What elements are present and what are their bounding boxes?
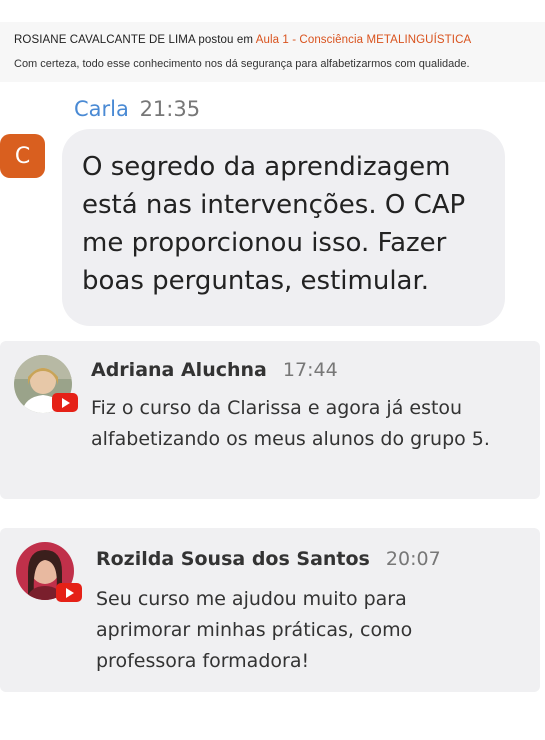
comment-text: Seu curso me ajudou muito para aprimorar… (96, 588, 413, 672)
youtube-icon (56, 583, 82, 602)
carla-avatar: C (0, 134, 45, 178)
post-text: Com certeza, todo esse conhecimento nos … (14, 58, 470, 70)
comment-header: Adriana Aluchna 17:44 (91, 359, 338, 381)
post-banner: ROSIANE CAVALCANTE DE LIMA postou em Aul… (0, 22, 545, 82)
comment-header: Rozilda Sousa dos Santos 20:07 (96, 548, 441, 570)
comment-time: 20:07 (385, 548, 441, 570)
post-verb: postou em (198, 34, 254, 46)
comment-author[interactable]: Rozilda Sousa dos Santos (96, 548, 370, 570)
carla-name: Carla (74, 97, 129, 121)
comment-time: 17:44 (282, 359, 338, 381)
youtube-icon (52, 393, 78, 412)
comment-card: Rozilda Sousa dos Santos 20:07 Seu curso… (0, 528, 540, 692)
comment-text: Fiz o curso da Clarissa e agora já estou… (91, 397, 490, 450)
carla-message-bubble: O segredo da aprendizagem está nas inter… (62, 129, 505, 326)
post-author[interactable]: ROSIANE CAVALCANTE DE LIMA (14, 34, 195, 46)
post-header: ROSIANE CAVALCANTE DE LIMA postou em Aul… (14, 34, 545, 46)
comment-author[interactable]: Adriana Aluchna (91, 359, 267, 381)
carla-message-text: O segredo da aprendizagem está nas inter… (82, 152, 466, 296)
carla-message-header: Carla 21:35 (74, 97, 200, 121)
post-course-link[interactable]: Aula 1 - Consciência METALINGUÍSTICA (256, 34, 472, 46)
comment-card: Adriana Aluchna 17:44 Fiz o curso da Cla… (0, 341, 540, 499)
carla-time: 21:35 (139, 97, 201, 121)
